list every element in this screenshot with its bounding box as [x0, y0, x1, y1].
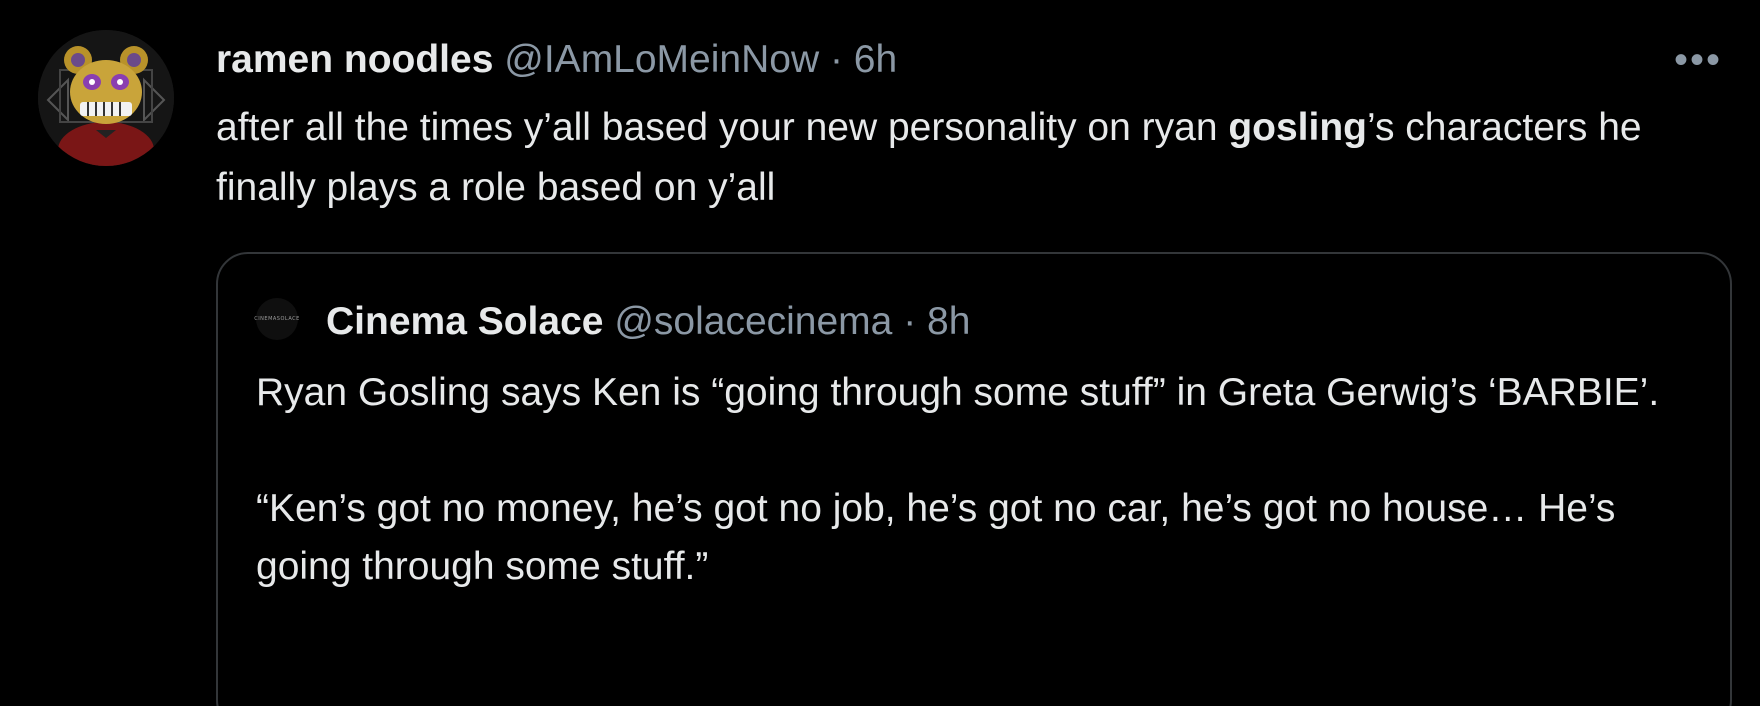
user-handle[interactable]: @IAmLoMeinNow	[504, 38, 819, 81]
display-name[interactable]: ramen noodles	[216, 38, 493, 81]
quoted-user-avatar[interactable]: CINEMASOLACE	[254, 298, 300, 340]
tweet[interactable]: ramen noodles @IAmLoMeinNow · 6h ••• aft…	[0, 0, 1760, 706]
tweet-header: ramen noodles @IAmLoMeinNow · 6h	[216, 36, 897, 84]
tweet-text-bold-term: gosling	[1228, 106, 1367, 149]
tweet-text: after all the times y’all based your new…	[216, 98, 1696, 218]
timestamp[interactable]: 6h	[854, 38, 897, 81]
bear-animatronic-avatar-icon	[38, 30, 174, 166]
user-avatar[interactable]	[38, 30, 174, 166]
quoted-tweet-text: Ryan Gosling says Ken is “going through …	[256, 364, 1696, 596]
tweet-text-part-1: after all the times y’all based your new…	[216, 106, 1229, 149]
quoted-tweet-header: Cinema Solace @solacecinema · 8h	[326, 298, 970, 346]
separator-dot: ·	[829, 38, 843, 81]
quoted-paragraph-1: Ryan Gosling says Ken is “going through …	[256, 371, 1660, 414]
quoted-separator-dot: ·	[903, 300, 917, 343]
quoted-avatar-logo-text: CINEMASOLACE	[254, 316, 300, 322]
quoted-display-name[interactable]: Cinema Solace	[326, 300, 603, 343]
quoted-timestamp[interactable]: 8h	[927, 300, 970, 343]
quoted-paragraph-2: “Ken’s got no money, he’s got no job, he…	[256, 487, 1616, 588]
quoted-user-handle[interactable]: @solacecinema	[614, 300, 892, 343]
more-options-icon[interactable]: •••	[1674, 40, 1722, 80]
quoted-tweet-card[interactable]: CINEMASOLACE Cinema Solace @solacecinema…	[216, 252, 1732, 706]
